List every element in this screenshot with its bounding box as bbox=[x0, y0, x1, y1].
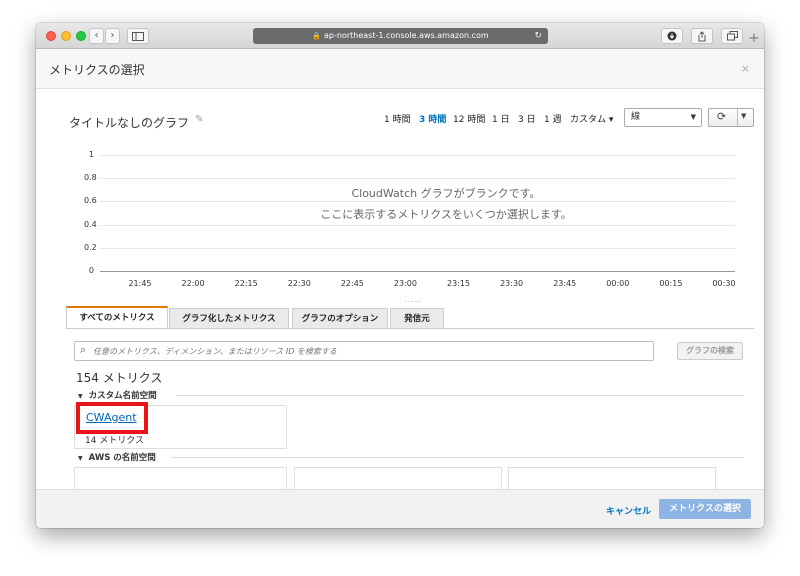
tabs-icon bbox=[726, 31, 738, 41]
share-button[interactable] bbox=[691, 28, 713, 44]
x-tick-label: 00:15 bbox=[659, 279, 683, 288]
gridline bbox=[100, 178, 735, 180]
chevron-left-icon: ‹ bbox=[94, 30, 99, 41]
pencil-icon[interactable]: ✎ bbox=[195, 114, 203, 125]
metric-search-input[interactable] bbox=[93, 343, 648, 359]
chart-type-select[interactable]: 線 ▼ bbox=[624, 108, 702, 127]
x-tick-label: 23:15 bbox=[447, 279, 471, 288]
download-icon bbox=[667, 31, 677, 41]
tabs-overview-button[interactable] bbox=[721, 28, 743, 44]
time-range-option[interactable]: 12 時間 bbox=[453, 112, 485, 125]
button-separator bbox=[737, 109, 738, 126]
time-range-option[interactable]: 3 日 bbox=[518, 112, 536, 125]
blank-chart-message-line2: ここに表示するメトリクスをいくつか選択します。 bbox=[320, 208, 572, 221]
time-range-option[interactable]: カスタム ▾ bbox=[570, 112, 613, 125]
y-tick-label: 0 bbox=[88, 266, 94, 275]
x-tick-label: 22:30 bbox=[287, 279, 311, 288]
gridline bbox=[100, 155, 735, 156]
time-range-option[interactable]: 1 時間 bbox=[384, 112, 411, 125]
x-tick-label: 00:00 bbox=[606, 279, 630, 288]
new-tab-button[interactable]: + bbox=[744, 29, 764, 49]
close-window-button[interactable] bbox=[46, 31, 56, 41]
x-tick-label: 22:00 bbox=[181, 279, 205, 288]
x-tick-label: 23:30 bbox=[500, 279, 524, 288]
gridline bbox=[100, 247, 735, 249]
blank-chart-message-line1: CloudWatch グラフがブランクです。 bbox=[351, 187, 541, 200]
chart-type-value: 線 bbox=[631, 112, 641, 122]
x-tick-label: 00:30 bbox=[712, 279, 736, 288]
close-icon[interactable]: × bbox=[741, 62, 750, 75]
cancel-button[interactable]: キャンセル bbox=[606, 504, 651, 517]
modal-title: メトリクスの選択 bbox=[49, 63, 145, 77]
search-icon: ⌕ bbox=[80, 343, 87, 356]
browser-window: ‹ › 🔒 ap-northeast-1.console.aws.amazon.c… bbox=[36, 23, 764, 528]
x-tick-label: 23:00 bbox=[393, 279, 417, 288]
lock-icon: 🔒 bbox=[312, 32, 322, 40]
x-tick-label: 21:45 bbox=[128, 279, 152, 288]
metric-count: 154 メトリクス bbox=[76, 371, 163, 385]
tab-1[interactable]: グラフ化したメトリクス bbox=[169, 308, 289, 329]
modal-footer bbox=[36, 489, 764, 528]
fullscreen-window-button[interactable] bbox=[76, 31, 86, 41]
caret-down-icon: ▼ bbox=[690, 113, 696, 121]
section-divider bbox=[176, 395, 744, 396]
time-range-option[interactable]: 3 時間 bbox=[419, 112, 446, 125]
custom-namespace-label: カスタム名前空間 bbox=[88, 391, 157, 401]
tab-2[interactable]: グラフのオプション bbox=[292, 308, 388, 329]
sidebar-toggle-button[interactable] bbox=[127, 28, 149, 44]
downloads-button[interactable] bbox=[661, 28, 683, 44]
caret-down-icon[interactable]: ▼ bbox=[741, 112, 746, 120]
gridline bbox=[100, 224, 735, 226]
modal-header: メトリクスの選択 × bbox=[36, 50, 764, 89]
share-icon bbox=[698, 31, 706, 42]
x-tick-label: 22:15 bbox=[234, 279, 258, 288]
custom-namespace-header[interactable]: ▼ カスタム名前空間 bbox=[78, 389, 157, 401]
refresh-icon: ⟳ bbox=[717, 110, 727, 123]
x-tick-label: 22:45 bbox=[340, 279, 364, 288]
sidebar-icon bbox=[132, 32, 144, 41]
metric-search-box[interactable]: ⌕ bbox=[74, 341, 654, 361]
section-divider bbox=[171, 457, 744, 458]
x-tick-label: 23:45 bbox=[553, 279, 577, 288]
tab-0[interactable]: すべてのメトリクス bbox=[66, 306, 168, 328]
y-tick-label: 0.8 bbox=[84, 173, 97, 183]
address-bar[interactable]: 🔒 ap-northeast-1.console.aws.amazon.com ↻ bbox=[253, 28, 548, 44]
y-tick-label: 0.6 bbox=[84, 196, 97, 206]
caret-down-icon: ▼ bbox=[78, 393, 83, 400]
forward-button[interactable]: › bbox=[105, 28, 120, 44]
tab-3[interactable]: 発信元 bbox=[390, 308, 444, 329]
minimize-window-button[interactable] bbox=[61, 31, 71, 41]
back-button[interactable]: ‹ bbox=[89, 28, 104, 44]
aws-namespace-header[interactable]: ▼ AWS の名前空間 bbox=[78, 451, 156, 463]
reload-icon[interactable]: ↻ bbox=[534, 28, 542, 44]
graph-title[interactable]: タイトルなしのグラフ bbox=[69, 114, 189, 131]
gridline bbox=[100, 201, 735, 203]
x-axis bbox=[100, 271, 735, 272]
cwagent-metric-count: 14 メトリクス bbox=[85, 436, 145, 446]
select-metrics-button[interactable]: メトリクスの選択 bbox=[659, 499, 751, 519]
y-tick-label: 1 bbox=[88, 150, 94, 159]
aws-namespace-label: AWS の名前空間 bbox=[88, 453, 156, 463]
highlight-box bbox=[76, 402, 148, 434]
resize-handle[interactable]: ..... bbox=[404, 295, 422, 304]
url-text: ap-northeast-1.console.aws.amazon.com bbox=[324, 31, 489, 40]
refresh-button[interactable]: ⟳ ▼ bbox=[708, 108, 754, 127]
time-range-option[interactable]: 1 週 bbox=[544, 112, 562, 125]
graph-search-button[interactable]: グラフの検索 bbox=[677, 342, 743, 360]
chevron-right-icon: › bbox=[110, 30, 115, 41]
browser-toolbar: ‹ › 🔒 ap-northeast-1.console.aws.amazon.c… bbox=[36, 23, 764, 49]
tab-panel-border bbox=[66, 328, 754, 329]
caret-down-icon: ▼ bbox=[78, 455, 83, 462]
y-tick-label: 0.2 bbox=[84, 242, 97, 252]
y-tick-label: 0.4 bbox=[84, 219, 97, 229]
time-range-option[interactable]: 1 日 bbox=[492, 112, 510, 125]
